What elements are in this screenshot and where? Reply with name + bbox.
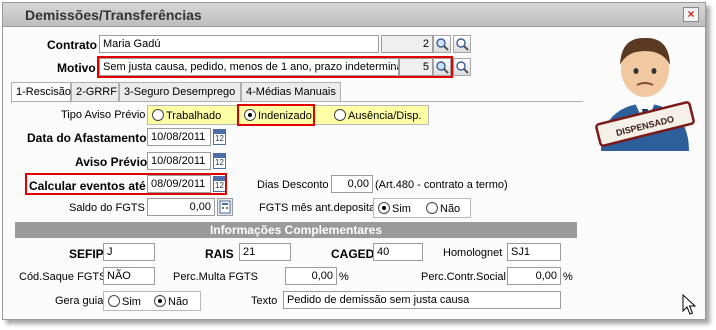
fgts-mes-radio-group: Sim Não: [373, 198, 471, 218]
perc-multa-unit: %: [339, 271, 349, 283]
calculator-icon[interactable]: [217, 198, 233, 216]
tipo-aviso-label: Tipo Aviso Prévio: [61, 109, 146, 121]
contrato-search-button[interactable]: [453, 35, 471, 53]
radio-dot: [152, 109, 164, 121]
caged-field[interactable]: 40: [373, 243, 423, 261]
homolognet-label: Homolognet: [443, 247, 503, 259]
gera-guia-label: Gera guia: [55, 295, 104, 307]
radio-dot: [108, 295, 120, 307]
calendar-icon[interactable]: 12: [213, 129, 226, 145]
dias-desconto-field[interactable]: 0,00: [331, 175, 373, 193]
contrato-lookup-button[interactable]: [433, 35, 451, 53]
data-afastamento-field[interactable]: 10/08/2011: [147, 128, 211, 146]
motivo-search-button[interactable]: [453, 58, 471, 76]
radio-dot: [426, 202, 438, 214]
info-section-header: Informações Complementares: [15, 222, 577, 238]
sefip-field[interactable]: J: [103, 243, 155, 261]
calcular-highlight: [25, 173, 227, 195]
homolognet-field[interactable]: SJ1: [507, 243, 561, 261]
radio-gera-sim-label: Sim: [122, 296, 141, 308]
perc-multa-label: Perc.Multa FGTS: [173, 271, 258, 283]
radio-dot: [334, 109, 346, 121]
contrato-label: Contrato: [47, 38, 97, 52]
perc-contr-field[interactable]: 0,00: [507, 267, 561, 285]
tab-medias-manuais[interactable]: 4-Médias Manuais: [241, 82, 341, 102]
motivo-highlight: [97, 56, 453, 78]
dialog-window: Demissões/Transferências × Contrato Mari…: [2, 2, 706, 320]
radio-dot-selected: [378, 202, 390, 214]
calendar-icon[interactable]: 12: [213, 153, 226, 169]
radio-fgts-nao-label: Não: [440, 203, 461, 215]
contrato-code-field[interactable]: 2: [381, 35, 433, 53]
radio-dot-selected: [154, 295, 166, 307]
rais-label: RAIS: [205, 247, 234, 261]
texto-field[interactable]: Pedido de demissão sem justa causa: [283, 291, 561, 309]
dias-desconto-note: (Art.480 - contrato a termo): [375, 179, 508, 191]
search-icon: [436, 38, 449, 51]
radio-ausencia[interactable]: Ausência/Disp.: [334, 109, 421, 122]
data-afastamento-label: Data do Afastamento: [27, 131, 147, 145]
rais-field[interactable]: 21: [239, 243, 291, 261]
radio-trabalhado[interactable]: Trabalhado: [152, 109, 221, 122]
radio-gera-nao-label: Não: [168, 296, 189, 308]
cod-saque-label: Cód.Saque FGTS: [19, 271, 107, 283]
calculator-glyph: [219, 200, 231, 214]
cod-saque-field[interactable]: NÃO: [103, 267, 155, 285]
caged-label: CAGED: [331, 247, 375, 261]
close-button[interactable]: ×: [683, 7, 699, 22]
fgts-mes-label: FGTS mês ant.depositado: [259, 202, 388, 214]
search-icon: [456, 61, 469, 74]
gera-guia-radio-group: Sim Não: [103, 291, 201, 311]
contrato-field[interactable]: Maria Gadú: [99, 35, 379, 53]
tab-seguro-desemprego[interactable]: 3-Seguro Desemprego: [119, 82, 241, 102]
radio-fgts-sim-label: Sim: [392, 203, 411, 215]
saldo-fgts-field[interactable]: 0,00: [147, 198, 215, 216]
radio-ausencia-label: Ausência/Disp.: [348, 110, 422, 122]
indenizado-highlight: [237, 104, 315, 126]
radio-fgts-sim[interactable]: Sim: [378, 202, 411, 215]
mouse-cursor-icon: [682, 294, 696, 315]
radio-trabalhado-label: Trabalhado: [166, 110, 222, 122]
window-title: Demissões/Transferências: [25, 7, 202, 23]
tab-grrf[interactable]: 2-GRRF: [71, 82, 119, 102]
perc-contr-label: Perc.Contr.Social: [421, 271, 506, 283]
aviso-previo-field[interactable]: 10/08/2011: [147, 152, 211, 170]
perc-contr-unit: %: [563, 271, 573, 283]
texto-label: Texto: [251, 295, 278, 307]
dispensado-avatar: DISPENSADO: [587, 29, 703, 155]
dias-desconto-label: Dias Desconto: [257, 179, 329, 191]
tab-divider: [11, 101, 583, 102]
radio-gera-sim[interactable]: Sim: [108, 295, 141, 308]
tab-rescisao[interactable]: 1-Rescisão: [11, 82, 71, 103]
sefip-label: SEFIP: [69, 247, 104, 261]
search-icon: [456, 38, 469, 51]
perc-multa-field[interactable]: 0,00: [285, 267, 337, 285]
radio-gera-nao[interactable]: Não: [154, 295, 188, 308]
radio-fgts-nao[interactable]: Não: [426, 202, 460, 215]
aviso-previo-label: Aviso Prévio: [75, 155, 148, 169]
saldo-fgts-label: Saldo do FGTS: [69, 202, 145, 214]
title-bar[interactable]: Demissões/Transferências ×: [3, 3, 705, 27]
motivo-label: Motivo: [57, 61, 96, 75]
